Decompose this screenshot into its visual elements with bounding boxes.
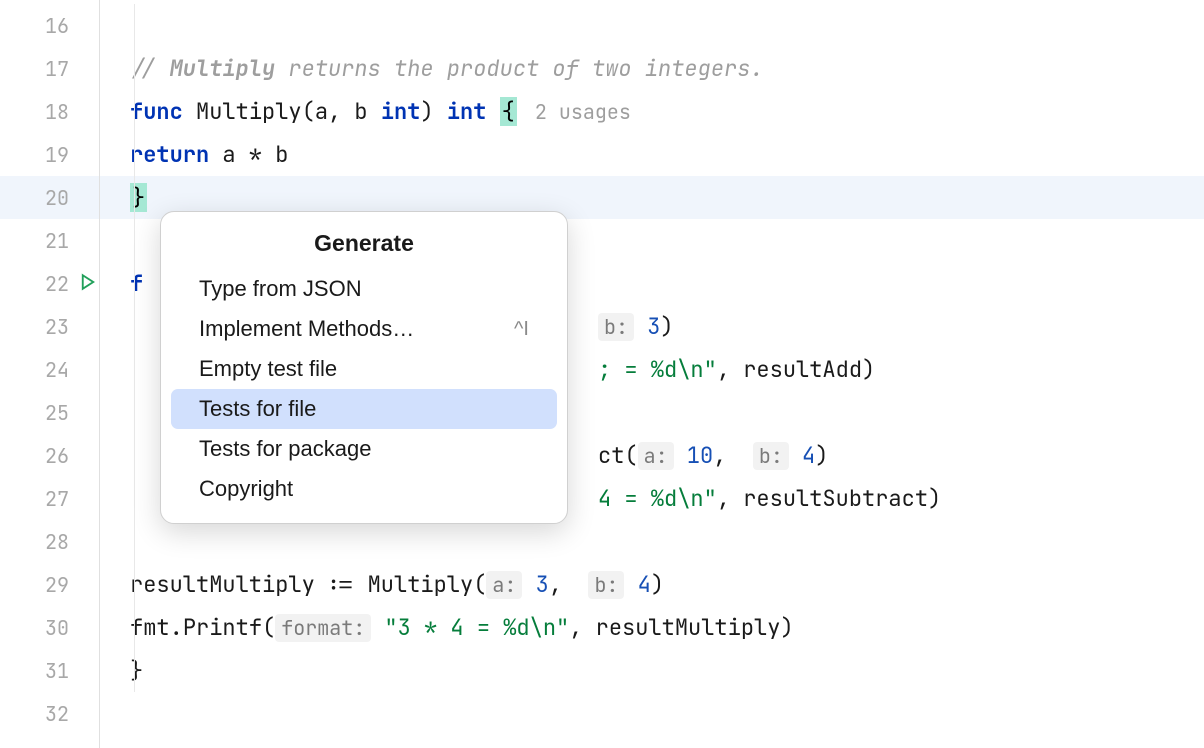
popup-item-implement-methods[interactable]: Implement Methods…^I [171, 309, 557, 349]
param-hint: b: [588, 571, 624, 599]
line-number[interactable]: 26 [0, 434, 99, 477]
param-hint: b: [753, 442, 789, 470]
code-line[interactable]: // Multiply returns the product of two i… [100, 47, 1204, 90]
param-hint: b: [598, 313, 634, 341]
line-number[interactable]: 18 [0, 90, 99, 133]
run-gutter-icon[interactable] [79, 271, 97, 297]
popup-title: Generate [161, 222, 567, 269]
line-number[interactable]: 21 [0, 219, 99, 262]
code-editor[interactable]: // Multiply returns the product of two i… [100, 0, 1204, 748]
popup-item-tests-for-file[interactable]: Tests for file [171, 389, 557, 429]
code-line[interactable] [100, 4, 1204, 47]
line-number[interactable]: 16 [0, 4, 99, 47]
popup-item-empty-test-file[interactable]: Empty test file [171, 349, 557, 389]
line-number[interactable]: 17 [0, 47, 99, 90]
indent-guide [134, 4, 135, 692]
line-number[interactable]: 25 [0, 391, 99, 434]
line-number[interactable]: 31 [0, 649, 99, 692]
usages-hint[interactable]: 2 usages [517, 99, 631, 125]
code-line[interactable]: func Multiply(a, b int) int {2 usages [100, 90, 1204, 133]
param-hint: a: [486, 571, 522, 599]
line-number[interactable]: 29 [0, 563, 99, 606]
code-line[interactable]: resultMultiply := Multiply(a: 3, b: 4) [100, 563, 1204, 606]
code-line[interactable]: } [100, 649, 1204, 692]
line-number[interactable]: 19 [0, 133, 99, 176]
line-number[interactable]: 27 [0, 477, 99, 520]
line-number[interactable]: 28 [0, 520, 99, 563]
code-line[interactable] [100, 520, 1204, 563]
param-hint: a: [638, 442, 674, 470]
line-number[interactable]: 30 [0, 606, 99, 649]
line-number[interactable]: 22 [0, 262, 99, 305]
param-hint: format: [275, 614, 371, 642]
generate-popup: Generate Type from JSON Implement Method… [160, 211, 568, 524]
popup-item-copyright[interactable]: Copyright [171, 469, 557, 509]
code-line[interactable]: return a * b [100, 133, 1204, 176]
code-line[interactable]: fmt.Printf(format: "3 * 4 = %d\n", resul… [100, 606, 1204, 649]
line-number-gutter: 16 17 18 19 20 21 22 23 24 25 26 27 28 2… [0, 0, 100, 748]
line-number[interactable]: 23 [0, 305, 99, 348]
popup-item-tests-for-package[interactable]: Tests for package [171, 429, 557, 469]
line-number[interactable]: 20 [0, 176, 99, 219]
code-line[interactable] [100, 692, 1204, 735]
popup-item-type-from-json[interactable]: Type from JSON [171, 269, 557, 309]
line-number[interactable]: 24 [0, 348, 99, 391]
line-number[interactable]: 32 [0, 692, 99, 735]
